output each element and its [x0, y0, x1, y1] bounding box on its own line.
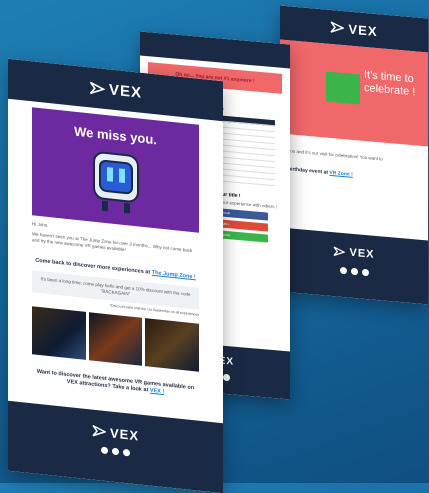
twitter-icon[interactable]: [361, 268, 369, 277]
instagram-icon[interactable]: [350, 267, 358, 276]
vex-logo-icon: [333, 246, 346, 257]
hero-banner: We miss you.: [32, 107, 199, 233]
game-photo-row: [32, 306, 200, 372]
facebook-icon[interactable]: [101, 446, 108, 455]
twitter-icon[interactable]: [222, 373, 230, 382]
email-footer: VEX: [280, 227, 428, 305]
section-heading-1-link[interactable]: The Jump Zone !: [152, 270, 196, 281]
game-photo: [145, 318, 200, 372]
email-preview-we-miss-you: VEX We miss you. Hi John, We haven't see…: [8, 58, 223, 493]
vex-logo-icon: [89, 81, 105, 94]
email-preview-celebrate: VEX It's time to celebrate ! you and it'…: [280, 5, 428, 305]
game-photo: [88, 312, 143, 366]
vex-logo-icon: [92, 424, 106, 437]
brand-label: VEX: [109, 424, 139, 443]
celebrate-hero-text: It's time to celebrate !: [364, 68, 416, 99]
vex-logo-icon: [330, 21, 345, 33]
robot-mascot-icon: [93, 151, 139, 214]
section-heading-2-link[interactable]: VEX !: [150, 388, 164, 396]
email-footer: VEX: [8, 400, 223, 493]
celebrate-cta-link[interactable]: VR Zone !: [329, 170, 352, 178]
instagram-icon[interactable]: [112, 447, 119, 456]
brand-label: VEX: [349, 246, 375, 261]
brand-label: VEX: [348, 21, 378, 39]
twitter-icon[interactable]: [123, 448, 130, 457]
game-photo: [32, 306, 86, 360]
celebrate-cta-text: birthday event at: [288, 166, 329, 176]
facebook-icon[interactable]: [339, 266, 347, 275]
celebrate-hero: It's time to celebrate !: [280, 39, 428, 147]
celebrate-cta: birthday event at VR Zone !: [288, 166, 420, 184]
brand-label: VEX: [108, 80, 142, 102]
section-heading-2-text: Want to discover the latest awesome VR g…: [36, 368, 195, 394]
celebrate-body-text: you and it's our visit for celebration! …: [288, 148, 383, 162]
section-heading-2: Want to discover the latest awesome VR g…: [32, 368, 199, 400]
gift-box-icon: [326, 71, 360, 105]
hero-title: We miss you.: [74, 123, 157, 148]
